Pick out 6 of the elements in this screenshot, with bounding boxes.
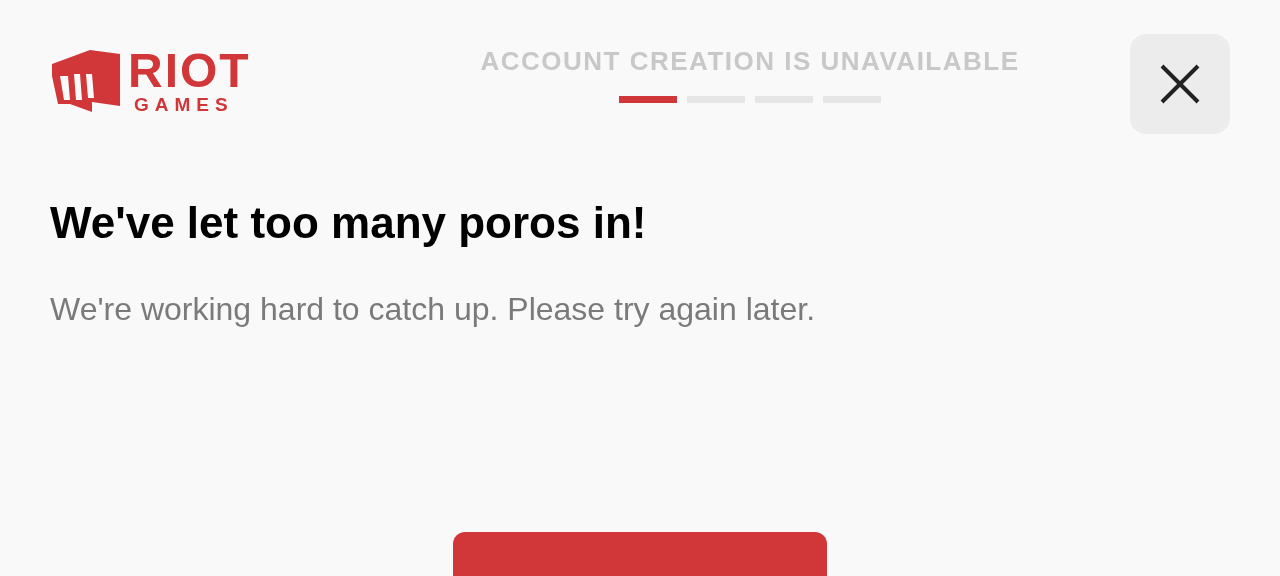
logo-subtext: GAMES [133, 95, 235, 115]
close-icon [1160, 64, 1200, 104]
close-button[interactable] [1130, 34, 1230, 134]
heading: We've let too many poros in! [50, 197, 648, 249]
message-text: We're working hard to catch up. Please try again later. [50, 290, 817, 329]
logo-text: RIOT [128, 47, 251, 95]
